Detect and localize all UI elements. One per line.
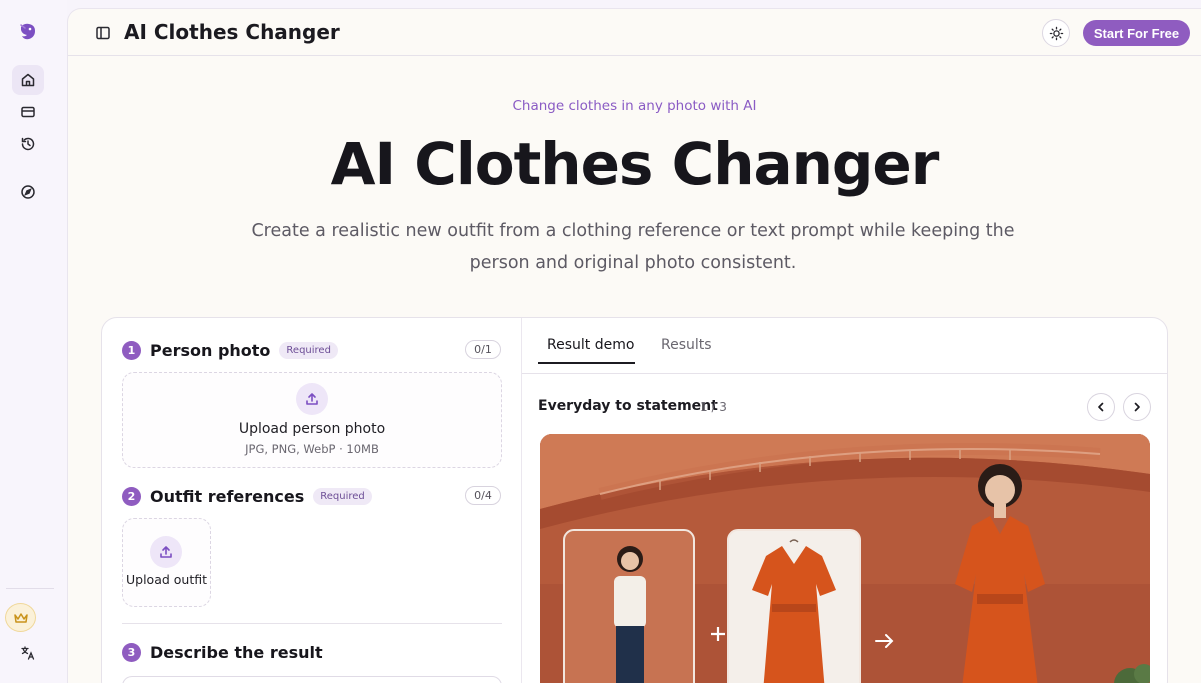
crown-icon bbox=[13, 612, 28, 623]
hero-subtitle: Create a realistic new outfit from a clo… bbox=[248, 215, 1018, 279]
sun-icon bbox=[1049, 26, 1063, 40]
chevron-left-icon bbox=[1098, 402, 1104, 412]
result-demo-image bbox=[540, 434, 1150, 683]
compass-icon bbox=[21, 185, 35, 199]
step-number: 2 bbox=[122, 486, 141, 506]
results-pane: Result demo Results Everyday to statemen… bbox=[522, 318, 1167, 683]
translate-icon bbox=[21, 646, 35, 660]
tab-results[interactable]: Results bbox=[661, 337, 712, 353]
step-title: Person photo bbox=[150, 340, 271, 360]
hero-eyebrow: Change clothes in any photo with AI bbox=[512, 98, 757, 114]
step-person-photo-header: 1 Person photo Required bbox=[122, 339, 338, 361]
sidebar-toggle-icon[interactable] bbox=[94, 24, 112, 42]
home-icon bbox=[21, 73, 35, 87]
main-panel: AI Clothes Changer Start For Free Change… bbox=[67, 8, 1201, 683]
hero-title: AI Clothes Changer bbox=[330, 130, 940, 198]
step-number: 1 bbox=[122, 340, 141, 360]
top-bar: AI Clothes Changer Start For Free bbox=[68, 9, 1201, 56]
upload-person-photo-label: Upload person photo bbox=[238, 421, 386, 437]
demo-counter: 1 / 3 bbox=[700, 400, 727, 414]
app-title: AI Clothes Changer bbox=[124, 20, 340, 44]
card-icon bbox=[21, 106, 35, 118]
sidebar-item-history[interactable] bbox=[12, 129, 44, 159]
upload-icon bbox=[296, 383, 328, 415]
demo-title: Everyday to statement bbox=[538, 398, 718, 414]
tab-result-demo[interactable]: Result demo bbox=[547, 337, 634, 353]
outfit-references-count: 0/4 bbox=[465, 486, 501, 505]
person-photo-dropzone[interactable]: Upload person photo JPG, PNG, WebP · 10M… bbox=[122, 372, 502, 468]
brand-logo-icon[interactable] bbox=[16, 20, 40, 44]
outfit-dropzone[interactable]: Upload outfit bbox=[122, 518, 211, 607]
active-tab-indicator bbox=[538, 362, 635, 364]
next-button[interactable] bbox=[1123, 393, 1151, 421]
sidebar bbox=[0, 0, 67, 683]
prev-button[interactable] bbox=[1087, 393, 1115, 421]
chevron-right-icon bbox=[1134, 402, 1140, 412]
sidebar-item-home[interactable] bbox=[12, 65, 44, 95]
upload-hint: JPG, PNG, WebP · 10MB bbox=[245, 442, 379, 456]
hero-subtitle-line1: Create a realistic new outfit from a clo… bbox=[251, 221, 1015, 241]
theme-toggle-button[interactable] bbox=[1042, 19, 1070, 47]
results-tabs: Result demo Results bbox=[522, 318, 1167, 374]
sidebar-divider bbox=[6, 588, 54, 589]
step-title: Outfit references bbox=[150, 486, 305, 506]
hero-subtitle-line2: person and original photo consistent. bbox=[469, 253, 797, 273]
upload-outfit-label: Upload outfit bbox=[125, 572, 208, 587]
section-divider bbox=[122, 623, 502, 624]
sidebar-item-upgrade[interactable] bbox=[5, 603, 36, 632]
form-pane: 1 Person photo Required 0/1 Upload perso… bbox=[102, 318, 522, 683]
upload-icon bbox=[150, 536, 182, 568]
sidebar-item-explore[interactable] bbox=[12, 177, 44, 207]
start-for-free-button[interactable]: Start For Free bbox=[1083, 20, 1190, 46]
required-badge: Required bbox=[313, 487, 372, 505]
sidebar-item-language[interactable] bbox=[12, 638, 44, 668]
tool-card: 1 Person photo Required 0/1 Upload perso… bbox=[101, 317, 1168, 683]
describe-textarea[interactable] bbox=[122, 676, 502, 683]
required-badge: Required bbox=[279, 341, 338, 359]
step-title: Describe the result bbox=[150, 642, 323, 662]
step-describe-header: 3 Describe the result bbox=[122, 641, 332, 663]
history-icon bbox=[21, 137, 35, 151]
step-number: 3 bbox=[122, 642, 141, 662]
person-photo-count: 0/1 bbox=[465, 340, 501, 359]
sidebar-item-billing[interactable] bbox=[12, 97, 44, 127]
step-outfit-references-header: 2 Outfit references Required bbox=[122, 485, 372, 507]
